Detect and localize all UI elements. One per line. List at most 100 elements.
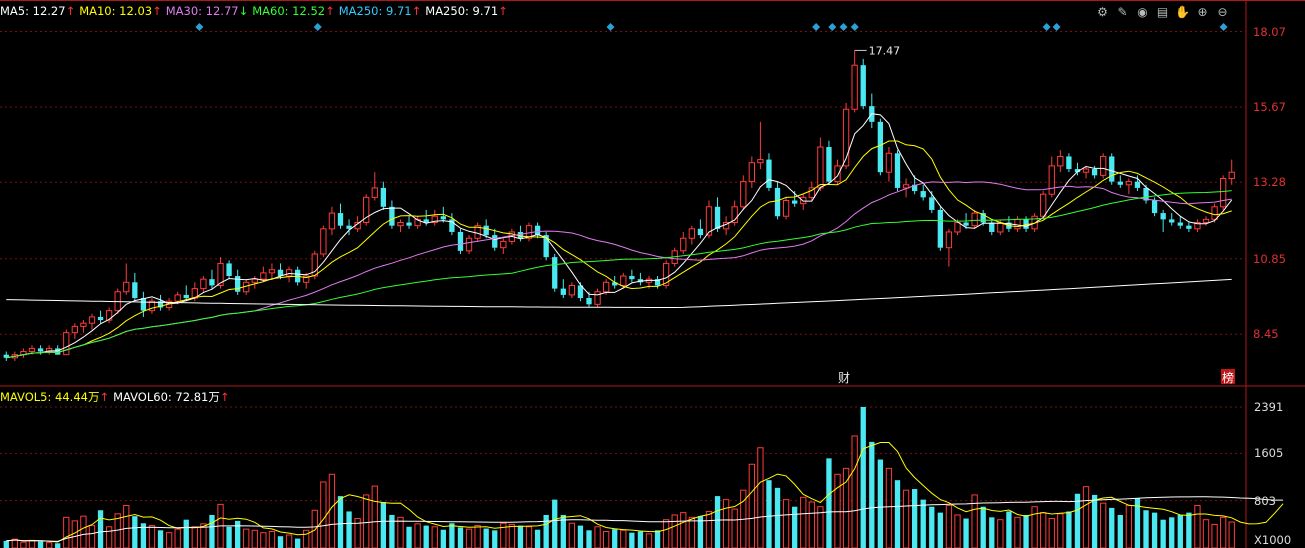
volume-bar (406, 526, 412, 548)
volume-bar (705, 510, 713, 548)
volume-bar (346, 511, 352, 548)
volume-bar (465, 528, 473, 548)
candle-body (945, 231, 953, 249)
mavol-legend-item: MAVOL5: 44.44万↑ (0, 390, 109, 404)
candle-body (963, 222, 969, 226)
volume-bar (534, 529, 541, 548)
candle-body (782, 200, 790, 217)
candle-body (1211, 206, 1218, 220)
volume-bar (568, 522, 576, 548)
hand-icon[interactable]: ✋ (1174, 4, 1191, 21)
volume-bar (277, 536, 284, 548)
ma-legend-item: MA30: 12.77↓ (166, 4, 249, 18)
candle-body (920, 191, 926, 198)
volume-bar (474, 525, 481, 548)
candle-body (774, 187, 781, 217)
volume-bar (260, 532, 267, 548)
ma-legend-arrow: ↑ (411, 4, 422, 18)
mavol-legend-item: MAVOL60: 72.81万↑ (113, 390, 229, 404)
candle-body (440, 216, 446, 220)
volume-tick-label: 2391 (1254, 400, 1284, 414)
volume-bar (680, 512, 687, 548)
eye-icon[interactable]: ◉ (1134, 4, 1151, 21)
candle-body (748, 162, 755, 183)
pen-icon[interactable]: ✎ (1114, 4, 1131, 21)
volume-bar (525, 526, 533, 548)
candle-body (465, 237, 473, 252)
ma-legend-text: MA30: 12.77 (165, 4, 239, 18)
volume-bar (165, 532, 173, 548)
candle-body (971, 212, 978, 227)
candle-body (380, 187, 386, 207)
volume-bar (226, 526, 232, 548)
settings-icon[interactable]: ⚙ (1094, 4, 1111, 21)
candle-body (1160, 213, 1166, 220)
print-icon[interactable]: ▤ (1154, 4, 1171, 21)
candle-body (1109, 156, 1115, 182)
event-marker-icon (313, 23, 322, 31)
volume-bar (371, 485, 378, 548)
zoom-in-icon[interactable]: ⊕ (1194, 4, 1211, 21)
candle-body (885, 152, 893, 173)
volume-bar (1023, 514, 1029, 548)
event-marker-icon (850, 23, 859, 31)
candle-body (1014, 218, 1021, 230)
volume-bar (389, 514, 395, 548)
stock-chart[interactable]: 17.47 财 榜 (0, 0, 1305, 548)
volume-bar (1211, 523, 1218, 548)
candle-body (740, 181, 747, 208)
ma-legend-arrow: ↑ (498, 4, 508, 18)
volume-bar (423, 525, 429, 548)
candle-body (1219, 177, 1227, 208)
candle-body (860, 65, 866, 107)
candle-body (251, 278, 258, 283)
candle-body (594, 291, 601, 305)
candle-body (1117, 181, 1123, 185)
volume-bar (997, 519, 1004, 548)
volume-bar (1082, 486, 1090, 548)
volume-bar (1194, 505, 1201, 548)
candle-body (534, 225, 541, 236)
volume-bar (757, 447, 764, 548)
ma250-line (6, 278, 1232, 308)
candle-body (140, 298, 147, 311)
candle-body (1082, 168, 1090, 173)
volume-bar (157, 530, 164, 548)
volume-bar (55, 543, 61, 548)
candle-body (88, 316, 96, 324)
candle-body (260, 272, 267, 280)
candle-body (37, 348, 44, 352)
volume-bar (645, 533, 653, 548)
event-marker-icon (1052, 23, 1061, 31)
volume-bar (989, 517, 995, 548)
ma-legend-text: MA5: 12.27 (0, 4, 66, 18)
candle-body (629, 276, 635, 280)
candle-body (757, 159, 764, 164)
volume-bar (1057, 513, 1064, 548)
volume-bar (800, 496, 807, 548)
volume-bar (209, 514, 215, 548)
candle-body (371, 187, 378, 198)
zoom-out-icon[interactable]: ⊖ (1214, 4, 1231, 21)
event-marker-icon (195, 23, 204, 31)
volume-bar (328, 473, 336, 548)
volume-bar (1109, 507, 1115, 548)
candle-body (320, 228, 327, 255)
candle-body (1048, 165, 1055, 195)
volume-bar (123, 505, 130, 548)
volume-bar (449, 523, 455, 548)
volume-bar (88, 525, 96, 548)
volume-bar (440, 529, 446, 548)
candle-body (1169, 219, 1175, 223)
volume-bar (792, 506, 798, 548)
mavol-legend-text: MAVOL5: 44.44万 (0, 390, 100, 404)
event-marker-icon (839, 23, 848, 31)
volume-bar (552, 499, 558, 548)
ma-legend-item: MA250: 9.71↑ (339, 4, 422, 18)
volume-tick-label: 1605 (1254, 446, 1284, 461)
candle-body (560, 288, 566, 295)
candle-body (457, 231, 464, 251)
volume-bar (826, 458, 832, 548)
candle-body (929, 197, 935, 210)
candle-body (826, 147, 832, 182)
